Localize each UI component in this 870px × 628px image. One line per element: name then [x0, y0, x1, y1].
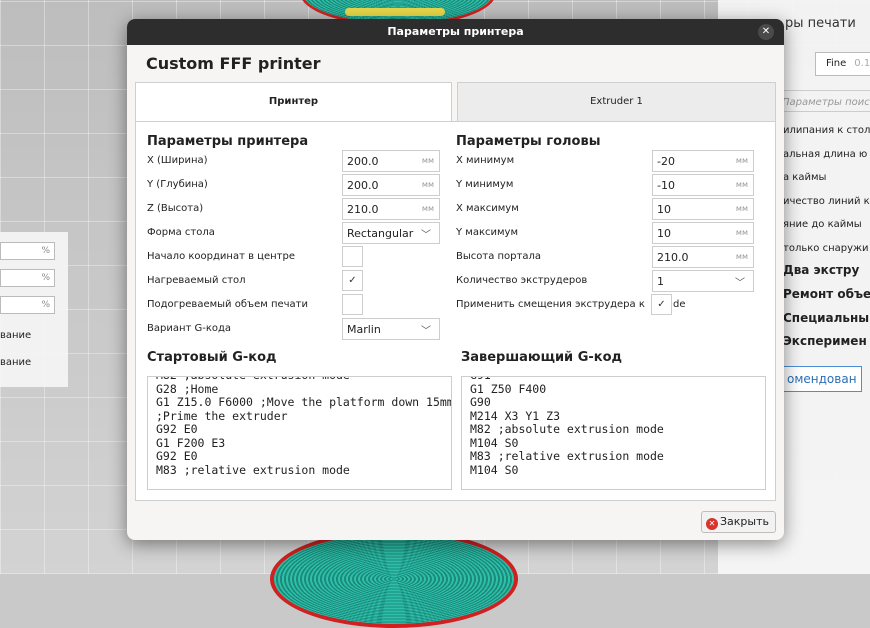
heated-volume-checkbox[interactable]	[342, 294, 363, 315]
x-min-input[interactable]: -20 мм	[652, 150, 754, 172]
y-min-value: -10	[657, 179, 675, 192]
left-field-2[interactable]: %	[0, 269, 55, 287]
heated-bed-checkbox[interactable]: ✓	[342, 270, 363, 291]
left-field-1[interactable]: %	[0, 242, 55, 260]
unit-label: мм	[735, 204, 748, 213]
x-max-input[interactable]: 10 мм	[652, 198, 754, 220]
setting-item[interactable]: илипания к стол	[783, 125, 870, 136]
x-min-value: -20	[657, 155, 675, 168]
y-min-input[interactable]: -10 мм	[652, 174, 754, 196]
height-label: Z (Высота)	[147, 203, 204, 214]
x-max-value: 10	[657, 203, 671, 216]
setting-category[interactable]: Эксперимен	[783, 334, 867, 348]
gantry-height-input[interactable]: 210.0 мм	[652, 246, 754, 268]
left-field-3[interactable]: %	[0, 296, 55, 314]
model-preview-bottom	[270, 530, 518, 628]
close-icon[interactable]: ✕	[758, 24, 774, 40]
extruder-count-label: Количество экструдеров	[456, 275, 588, 286]
recommended-button[interactable]: омендован	[778, 366, 862, 392]
setting-category[interactable]: Два экстру	[783, 263, 859, 277]
left-text-1: вание	[0, 330, 32, 341]
end-gcode-editor[interactable]: G91 G1 Z50 F400 G90 M214 X3 Y1 Z3 M82 ;a…	[461, 376, 766, 490]
origin-center-checkbox[interactable]	[342, 246, 363, 267]
close-icon: ✕	[706, 518, 718, 530]
gantry-height-value: 210.0	[657, 251, 689, 264]
unit-label: мм	[735, 156, 748, 165]
quality-suffix: 0.1	[854, 58, 870, 69]
gantry-height-label: Высота портала	[456, 251, 541, 262]
width-label: X (Ширина)	[147, 155, 208, 166]
width-value: 200.0	[347, 155, 379, 168]
unit-label: мм	[735, 180, 748, 189]
bed-shape-value: Rectangular	[347, 227, 414, 240]
depth-value: 200.0	[347, 179, 379, 192]
y-max-value: 10	[657, 227, 671, 240]
gcode-flavor-value: Marlin	[347, 323, 381, 336]
setting-item[interactable]: а каймы	[783, 172, 826, 183]
gcode-flavor-label: Вариант G-кода	[147, 323, 232, 334]
unit-label: мм	[735, 252, 748, 261]
model-preview-highlight	[345, 8, 445, 16]
y-max-input[interactable]: 10 мм	[652, 222, 754, 244]
apply-offsets-label-tail: de	[673, 299, 686, 310]
tab-bar: Принтер Extruder 1	[135, 82, 776, 122]
depth-label: Y (Глубина)	[147, 179, 208, 190]
dialog-title: Параметры принтера	[387, 25, 524, 38]
quality-value: Fine	[826, 58, 847, 69]
end-gcode-title: Завершающий G-код	[461, 350, 623, 365]
printer-settings-dialog: Параметры принтера ✕ Custom FFF printer …	[127, 19, 784, 540]
chevron-down-icon: ﹀	[421, 230, 431, 241]
start-gcode-title: Стартовый G-код	[147, 350, 277, 365]
heated-bed-label: Нагреваемый стол	[147, 275, 246, 286]
head-params-title: Параметры головы	[456, 134, 601, 149]
left-settings-panel: % % % вание вание	[0, 232, 68, 387]
setting-item[interactable]: яние до каймы	[783, 219, 862, 230]
extruder-count-value: 1	[657, 275, 664, 288]
printer-name: Custom FFF printer	[146, 54, 321, 73]
setting-item[interactable]: только снаружи	[783, 243, 869, 254]
setting-item[interactable]: альная длина ю	[783, 149, 867, 160]
dialog-titlebar: Параметры принтера ✕	[127, 19, 784, 45]
x-max-label: X максимум	[456, 203, 519, 214]
close-button-label: Закрыть	[720, 515, 769, 528]
left-text-2: вание	[0, 357, 32, 368]
setting-category[interactable]: Ремонт объе	[783, 287, 870, 301]
extruder-count-select[interactable]: 1 ﹀	[652, 270, 754, 292]
height-input[interactable]: 210.0 мм	[342, 198, 440, 220]
print-settings-title: ры печати	[785, 16, 856, 31]
end-gcode-text: G91 G1 Z50 F400 G90 M214 X3 Y1 Z3 M82 ;a…	[470, 377, 664, 477]
bed-shape-label: Форма стола	[147, 227, 215, 238]
unit-label: мм	[421, 180, 434, 189]
start-gcode-text: M82 ;absolute extrusion mode G28 ;Home G…	[156, 377, 452, 477]
tab-printer[interactable]: Принтер	[135, 82, 452, 122]
height-value: 210.0	[347, 203, 379, 216]
x-min-label: X минимум	[456, 155, 515, 166]
close-button[interactable]: ✕ Закрыть	[701, 511, 776, 533]
y-max-label: Y максимум	[456, 227, 519, 238]
chevron-down-icon: ﹀	[421, 326, 431, 337]
tab-content: Параметры принтера X (Ширина) 200.0 мм Y …	[135, 121, 776, 501]
quality-selector[interactable]: Fine 0.1	[815, 52, 870, 76]
unit-label: мм	[421, 156, 434, 165]
apply-offsets-checkbox[interactable]: ✓	[651, 294, 672, 315]
gcode-flavor-select[interactable]: Marlin ﹀	[342, 318, 440, 340]
unit-label: мм	[421, 204, 434, 213]
y-min-label: Y минимум	[456, 179, 514, 190]
width-input[interactable]: 200.0 мм	[342, 150, 440, 172]
unit-label: мм	[735, 228, 748, 237]
origin-center-label: Начало координат в центре	[147, 251, 295, 262]
setting-item[interactable]: ичество линий к	[783, 196, 870, 207]
chevron-down-icon: ﹀	[735, 278, 745, 289]
bed-shape-select[interactable]: Rectangular ﹀	[342, 222, 440, 244]
heated-volume-label: Подогреваемый объем печати	[147, 299, 308, 310]
printer-params-title: Параметры принтера	[147, 134, 309, 149]
start-gcode-editor[interactable]: M82 ;absolute extrusion mode G28 ;Home G…	[147, 376, 452, 490]
depth-input[interactable]: 200.0 мм	[342, 174, 440, 196]
tab-extruder-1[interactable]: Extruder 1	[457, 82, 776, 122]
setting-category[interactable]: Специальны	[783, 311, 869, 325]
apply-offsets-label: Применить смещения экструдера к	[456, 299, 645, 310]
